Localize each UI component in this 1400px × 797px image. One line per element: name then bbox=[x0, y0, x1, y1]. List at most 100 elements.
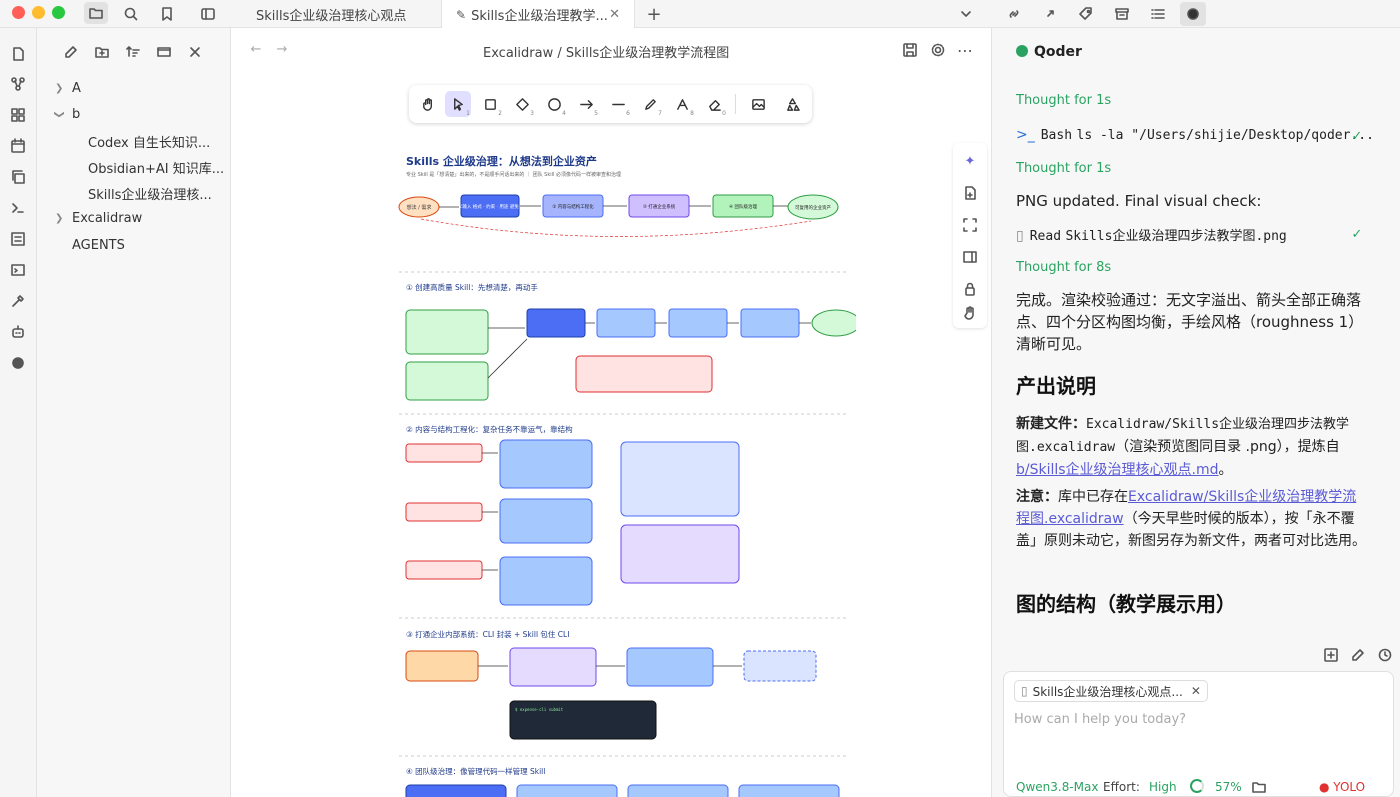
bash-step[interactable]: >_ Bash ls -la "/Users/shijie/Desktop/qod… bbox=[1016, 127, 1374, 143]
folder-excalidraw[interactable]: ❯ Excalidraw bbox=[37, 207, 231, 229]
calendar-icon[interactable] bbox=[8, 136, 28, 156]
folder-icon[interactable] bbox=[84, 2, 108, 24]
tab-flowchart[interactable]: ✎ Skills企业级治理教学... ✕ bbox=[441, 0, 635, 29]
hand-icon[interactable] bbox=[960, 303, 980, 323]
thought-2[interactable]: Thought for 1s bbox=[1016, 161, 1111, 176]
sort-icon[interactable] bbox=[123, 42, 143, 62]
list-icon[interactable] bbox=[1148, 4, 1168, 24]
flow-node-4-label: ④ 团队级治理 bbox=[729, 203, 757, 210]
collapse-icon[interactable] bbox=[154, 42, 174, 62]
note-text: 库中已存在 bbox=[1058, 489, 1128, 505]
history-icon[interactable] bbox=[1376, 646, 1394, 664]
bookmark-icon[interactable] bbox=[157, 4, 177, 24]
diagram-title: Skills 企业级治理：从想法到企业资产 bbox=[406, 154, 597, 168]
link-plus-icon[interactable] bbox=[1004, 4, 1024, 24]
file-agents[interactable]: AGENTS bbox=[37, 234, 231, 256]
tools-icon[interactable] bbox=[8, 291, 28, 311]
edit-icon[interactable] bbox=[1349, 646, 1367, 664]
maximize-window-button[interactable] bbox=[52, 6, 65, 19]
read-step[interactable]: ▯ Read Skills企业级治理四步法教学图.png bbox=[1016, 225, 1287, 244]
new-tab-icon[interactable]: + bbox=[644, 4, 664, 25]
chat-input-box[interactable]: ▯ Skills企业级治理核心观点... ✕ How can I help you … bbox=[1003, 671, 1394, 797]
flow-node-end-label: 可复用的企业资产 bbox=[795, 204, 831, 211]
folder-icon[interactable] bbox=[1250, 779, 1268, 795]
note-paragraph: 注意：库中已存在Excalidraw/Skills企业级治理教学流程图.exca… bbox=[1016, 486, 1366, 552]
lock-icon[interactable] bbox=[960, 279, 980, 299]
rectangle-tool-icon[interactable]: 2 bbox=[477, 91, 503, 117]
archive-icon[interactable] bbox=[1112, 4, 1132, 24]
new-note-icon[interactable] bbox=[61, 42, 81, 62]
yolo-label: YOLO bbox=[1333, 780, 1366, 794]
chat-input-placeholder[interactable]: How can I help you today? bbox=[1014, 712, 1186, 727]
tag-icon[interactable] bbox=[1076, 4, 1096, 24]
context-chip[interactable]: ▯ Skills企业级治理核心观点... ✕ bbox=[1014, 680, 1208, 702]
s2-solution-1 bbox=[499, 439, 593, 489]
file-obsidian[interactable]: Obsidian+AI 知识库... bbox=[37, 156, 231, 178]
file-skills-core[interactable]: Skills企业级治理核... bbox=[37, 182, 231, 204]
folder-a[interactable]: ❯ A bbox=[37, 77, 231, 99]
s3-user bbox=[405, 650, 479, 682]
folder-b[interactable]: ❯ b bbox=[37, 103, 231, 125]
link-arrow-icon[interactable] bbox=[1040, 4, 1060, 24]
effort-selector[interactable]: High bbox=[1149, 780, 1177, 794]
flow-node-1-label: 1. 先定义输入 格式 · 约束 · 用途 避免答非所问 bbox=[443, 203, 537, 210]
search-icon[interactable] bbox=[121, 4, 141, 24]
s2-solution-2 bbox=[499, 498, 593, 544]
tab-core-views[interactable]: Skills企业级治理核心观点 bbox=[242, 0, 420, 28]
selection-tool-icon[interactable]: 1 bbox=[445, 91, 471, 117]
s1-step-2 bbox=[596, 308, 656, 338]
more-options-icon[interactable]: ⋯ bbox=[955, 40, 975, 60]
remove-chip-icon[interactable]: ✕ bbox=[1191, 684, 1201, 698]
panel-icon[interactable] bbox=[960, 247, 980, 267]
bot-icon[interactable] bbox=[8, 322, 28, 342]
diamond-tool-icon[interactable]: 3 bbox=[509, 91, 535, 117]
hand-tool-icon[interactable] bbox=[415, 91, 441, 117]
export-icon[interactable] bbox=[960, 183, 980, 203]
fullscreen-icon[interactable] bbox=[960, 215, 980, 235]
yolo-mode-toggle[interactable]: ● YOLO bbox=[1319, 780, 1365, 794]
sidebar-toggle-icon[interactable] bbox=[198, 4, 218, 24]
chevron-down-icon[interactable] bbox=[956, 4, 976, 24]
s3-cli bbox=[626, 647, 714, 687]
forward-arrow-icon[interactable]: → bbox=[273, 40, 291, 58]
close-window-button[interactable] bbox=[12, 6, 25, 19]
new-folder-icon[interactable] bbox=[92, 42, 112, 62]
eraser-tool-icon[interactable]: 0 bbox=[701, 91, 727, 117]
grid-icon[interactable] bbox=[8, 105, 28, 125]
new-file-paragraph: 新建文件：Excalidraw/Skills企业级治理四步法教学图.excali… bbox=[1016, 413, 1366, 481]
file-label: Skills企业级治理核... bbox=[88, 187, 212, 203]
save-icon[interactable] bbox=[900, 40, 920, 60]
file-search-icon[interactable] bbox=[8, 44, 28, 64]
png-updated-text: PNG updated. Final visual check: bbox=[1016, 192, 1262, 210]
qoder-icon[interactable] bbox=[8, 353, 28, 373]
close-icon[interactable] bbox=[185, 42, 205, 62]
excalidraw-logo-icon[interactable]: ✦ bbox=[960, 151, 980, 171]
graph-icon[interactable] bbox=[8, 74, 28, 94]
settings-icon[interactable] bbox=[928, 40, 948, 60]
copy-icon[interactable] bbox=[8, 167, 28, 187]
line-tool-icon[interactable]: 6 bbox=[605, 91, 631, 117]
thought-3[interactable]: Thought for 8s bbox=[1016, 260, 1111, 275]
close-tab-icon[interactable]: ✕ bbox=[609, 7, 620, 22]
thought-1[interactable]: Thought for 1s bbox=[1016, 93, 1111, 108]
console-icon[interactable] bbox=[8, 260, 28, 280]
terminal-icon[interactable] bbox=[8, 198, 28, 218]
source-note-link[interactable]: b/Skills企业级治理核心观点.md bbox=[1016, 462, 1219, 478]
excalidraw-canvas[interactable]: Skills 企业级治理：从想法到企业资产 专业 Skill 是「想清楚」出来的… bbox=[391, 143, 856, 797]
checklist-icon[interactable] bbox=[8, 229, 28, 249]
minimize-window-button[interactable] bbox=[32, 6, 45, 19]
text-tool-icon[interactable]: 8 bbox=[669, 91, 695, 117]
file-codex[interactable]: Codex 自生长知识... bbox=[37, 130, 231, 152]
ellipse-tool-icon[interactable]: 4 bbox=[541, 91, 567, 117]
model-selector[interactable]: Qwen3.8-Max bbox=[1016, 780, 1098, 794]
arrow-tool-icon[interactable]: 5 bbox=[573, 91, 599, 117]
s2-solution-3 bbox=[499, 556, 593, 606]
file-explorer: ❯ A ❯ b Codex 自生长知识... Obsidian+AI 知识库... … bbox=[37, 28, 231, 797]
draw-tool-icon[interactable]: 7 bbox=[637, 91, 663, 117]
library-icon[interactable] bbox=[779, 91, 805, 117]
qoder-icon[interactable] bbox=[1180, 2, 1206, 26]
new-file-label: 新建文件： bbox=[1016, 416, 1086, 432]
new-chat-icon[interactable] bbox=[1322, 646, 1340, 664]
back-arrow-icon[interactable]: ← bbox=[247, 40, 265, 58]
image-tool-icon[interactable] bbox=[745, 91, 771, 117]
